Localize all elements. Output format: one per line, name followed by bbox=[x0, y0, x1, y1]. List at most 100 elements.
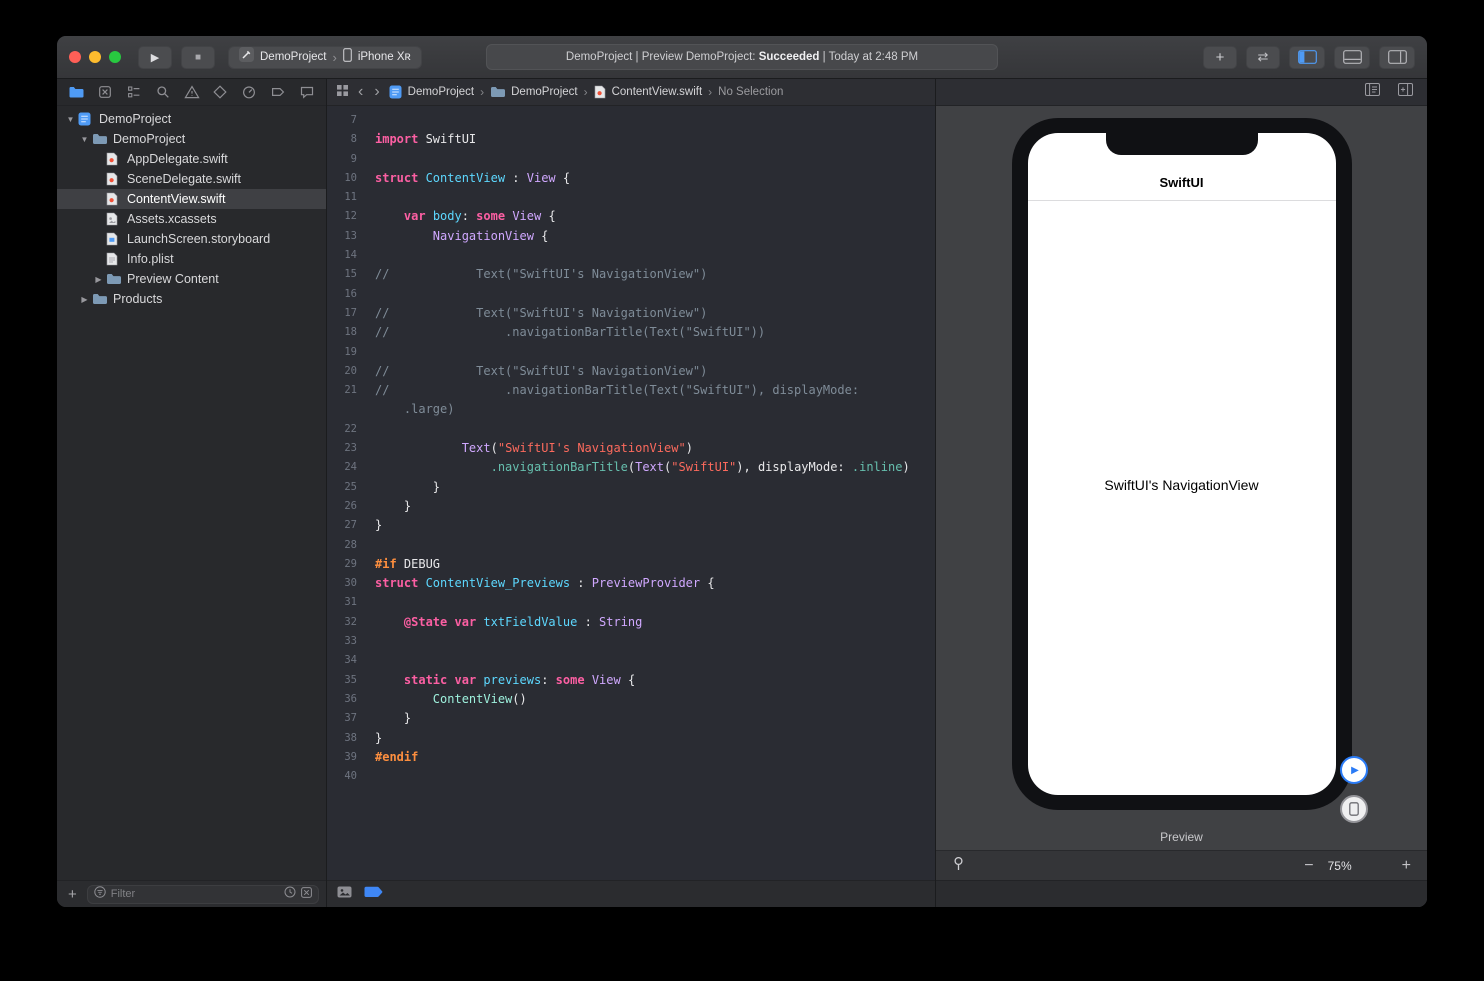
filter-input[interactable] bbox=[110, 888, 279, 900]
code-line-19: 19 bbox=[327, 343, 935, 362]
iphone-notch bbox=[1105, 133, 1258, 155]
sidebar-item-preview-content[interactable]: ▶ Preview Content bbox=[57, 269, 326, 289]
breadcrumb-item[interactable]: No Selection bbox=[718, 86, 783, 98]
reports-navigator-tab[interactable] bbox=[297, 82, 317, 102]
source-control-navigator-tab[interactable] bbox=[95, 82, 115, 102]
preview-header bbox=[936, 79, 1427, 106]
line-number: 29 bbox=[344, 557, 357, 570]
project-navigator-tab[interactable] bbox=[66, 82, 86, 102]
sidebar-item-demoproject[interactable]: ▼ DemoProject bbox=[57, 129, 326, 149]
plus-icon: + bbox=[1215, 48, 1225, 66]
recents-filter-icon[interactable] bbox=[284, 885, 296, 903]
arrows-swap-icon: ⇄ bbox=[1257, 49, 1269, 64]
sidebar-item-launchscreen-storyboard[interactable]: LaunchScreen.storyboard bbox=[57, 229, 326, 249]
breadcrumb-item[interactable]: ContentView.swift bbox=[612, 86, 703, 98]
line-number: 7 bbox=[350, 114, 357, 126]
code-line-37: 37 } bbox=[327, 709, 935, 728]
run-button[interactable]: ▶ bbox=[138, 45, 172, 69]
swift-file-icon bbox=[106, 172, 123, 186]
disclosure-triangle-icon[interactable]: ▼ bbox=[63, 115, 78, 124]
swift-file-icon bbox=[106, 192, 123, 206]
fullscreen-button[interactable] bbox=[109, 51, 121, 63]
related-items-icon[interactable] bbox=[336, 84, 349, 100]
tests-navigator-tab[interactable] bbox=[210, 82, 230, 102]
code-line-18: 18 // .navigationBarTitle(Text("SwiftUI")… bbox=[327, 323, 935, 342]
code-editor[interactable]: 7 8 import SwiftUI 9 10 struct ContentView : … bbox=[327, 106, 935, 880]
folder-file-icon bbox=[92, 293, 109, 305]
find-navigator-tab[interactable] bbox=[153, 82, 173, 102]
live-preview-button[interactable]: ▶ bbox=[1340, 756, 1368, 784]
forward-button[interactable]: › bbox=[372, 84, 381, 100]
scheme-project-name: DemoProject bbox=[260, 51, 327, 63]
toggle-inspector-button[interactable] bbox=[1379, 45, 1415, 69]
project-navigator-tree: ▼ DemoProject ▼ DemoProject AppDelegate.swif… bbox=[57, 106, 326, 880]
close-button[interactable] bbox=[69, 51, 81, 63]
toggle-navigator-button[interactable] bbox=[1289, 45, 1325, 69]
line-number: 17 bbox=[344, 306, 357, 319]
sidebar-item-products[interactable]: ▶ Products bbox=[57, 289, 326, 309]
assets-file-icon bbox=[106, 212, 123, 226]
activity-status-bar: DemoProject | Preview DemoProject: Succe… bbox=[486, 44, 998, 70]
zoom-out-button[interactable]: − bbox=[1304, 857, 1313, 874]
minimize-button[interactable] bbox=[89, 51, 101, 63]
preview-caption: Preview bbox=[1160, 830, 1203, 844]
code-line-31: 31 bbox=[327, 593, 935, 612]
zoom-in-button[interactable]: + bbox=[1402, 857, 1411, 874]
item-label: DemoProject bbox=[113, 132, 186, 146]
chevron-right-icon: › bbox=[332, 49, 337, 65]
debug-navigator-tab[interactable] bbox=[239, 82, 259, 102]
disclosure-triangle-icon[interactable]: ▶ bbox=[77, 295, 92, 304]
filter-field[interactable] bbox=[86, 884, 319, 904]
add-file-button[interactable]: + bbox=[68, 886, 77, 903]
issues-navigator-tab[interactable] bbox=[182, 82, 202, 102]
chevron-right-icon: › bbox=[583, 85, 588, 99]
code-line-24: 24 .navigationBarTitle(Text("SwiftUI"), … bbox=[327, 458, 935, 477]
sidebar-item-assets-xcassets[interactable]: Assets.xcassets bbox=[57, 209, 326, 229]
media-library-icon[interactable] bbox=[337, 885, 352, 903]
toggle-debug-area-button[interactable] bbox=[1334, 45, 1370, 69]
breadcrumb-item[interactable]: DemoProject bbox=[408, 86, 474, 98]
breakpoints-navigator-tab[interactable] bbox=[268, 82, 288, 102]
flagged-filter-icon[interactable] bbox=[301, 885, 312, 903]
editor-options-button[interactable] bbox=[1365, 83, 1380, 101]
code-text: // Text("SwiftUI's NavigationView") bbox=[375, 267, 708, 282]
code-text: // Text("SwiftUI's NavigationView") bbox=[375, 363, 708, 378]
symbols-navigator-tab[interactable] bbox=[124, 82, 144, 102]
code-text: NavigationView { bbox=[432, 228, 549, 243]
disclosure-triangle-icon[interactable]: ▼ bbox=[77, 135, 92, 144]
item-label: ContentView.swift bbox=[127, 192, 226, 206]
item-label: Info.plist bbox=[127, 252, 174, 266]
breadcrumb-item[interactable]: DemoProject bbox=[511, 86, 577, 98]
version-editor-button[interactable]: ⇄ bbox=[1246, 45, 1280, 69]
breakpoint-icon[interactable] bbox=[364, 885, 384, 903]
library-button[interactable]: + bbox=[1203, 45, 1237, 69]
line-number: 20 bbox=[344, 364, 357, 377]
line-number: 40 bbox=[344, 770, 357, 783]
add-editor-button[interactable] bbox=[1398, 83, 1413, 101]
code-line-8: 8 import SwiftUI bbox=[327, 130, 935, 149]
back-button[interactable]: ‹ bbox=[356, 84, 365, 100]
disclosure-triangle-icon[interactable]: ▶ bbox=[91, 275, 106, 284]
sidebar-item-info-plist[interactable]: Info.plist bbox=[57, 249, 326, 269]
sidebar-item-demoproject[interactable]: ▼ DemoProject bbox=[57, 109, 326, 129]
project-file-icon bbox=[78, 112, 95, 126]
line-number: 36 bbox=[344, 692, 357, 705]
code-text: } bbox=[375, 479, 441, 494]
sidebar-item-contentview-swift[interactable]: ContentView.swift bbox=[57, 189, 326, 209]
code-line-40: 40 bbox=[327, 767, 935, 786]
navigator-sidebar: ▼ DemoProject ▼ DemoProject AppDelegate.swif… bbox=[57, 79, 327, 907]
pin-button[interactable] bbox=[952, 856, 965, 876]
code-text: @State var txtFieldValue : String bbox=[403, 614, 643, 629]
sidebar-item-appdelegate-swift[interactable]: AppDelegate.swift bbox=[57, 149, 326, 169]
stop-button[interactable]: ■ bbox=[181, 45, 215, 69]
sidebar-item-scenedelegate-swift[interactable]: SceneDelegate.swift bbox=[57, 169, 326, 189]
scheme-selector[interactable]: DemoProject › iPhone Xʀ bbox=[228, 45, 422, 69]
preview-on-device-button[interactable] bbox=[1340, 795, 1368, 823]
code-text: ContentView() bbox=[432, 691, 527, 706]
line-number: 28 bbox=[344, 538, 357, 551]
code-text: // .navigationBarTitle(Text("SwiftUI")) bbox=[375, 325, 766, 340]
zoom-controls: − 75% + bbox=[1304, 857, 1411, 874]
iphone-screen: SwiftUI SwiftUI's NavigationView bbox=[1027, 133, 1336, 795]
line-number: 21 bbox=[344, 384, 357, 397]
line-number: 18 bbox=[344, 326, 357, 339]
